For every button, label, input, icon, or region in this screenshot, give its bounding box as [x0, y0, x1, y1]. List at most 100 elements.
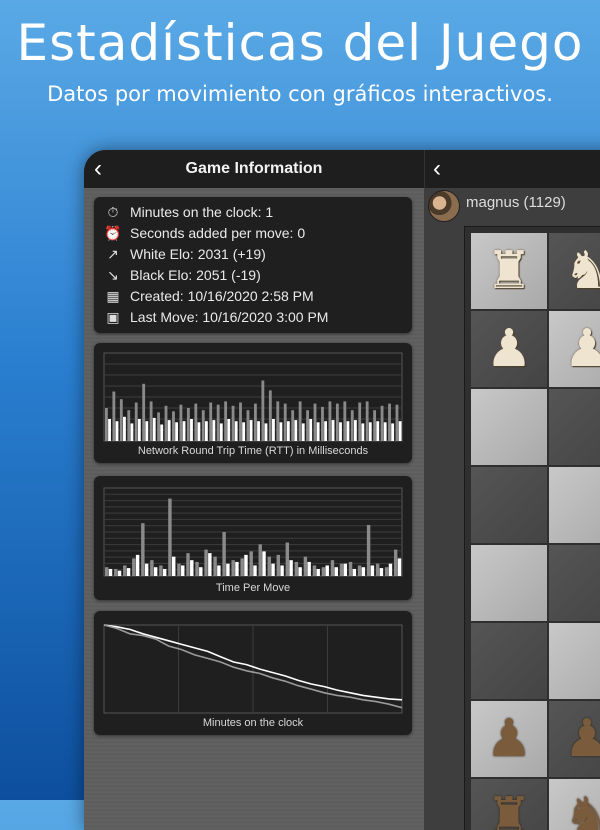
chart-bar-series-2 — [144, 563, 149, 576]
chart-bar-series-2 — [361, 423, 365, 441]
chart-bar-series-2 — [137, 419, 141, 441]
chart-bar-series-2 — [388, 563, 393, 576]
chart-bar-series-1 — [216, 404, 220, 441]
board-square[interactable] — [549, 389, 600, 465]
chart-bar-series-2 — [235, 561, 239, 576]
black-pawn-piece[interactable]: ♟ — [549, 701, 600, 777]
chart-bar-series-1 — [321, 567, 326, 576]
chart-bar-series-1 — [294, 561, 299, 576]
chart-bar-series-2 — [379, 568, 384, 576]
chart-bar-series-1 — [350, 410, 354, 441]
player-row[interactable]: magnus (1129) — [428, 190, 600, 222]
white-pawn-piece[interactable]: ♟ — [471, 311, 547, 387]
avatar[interactable] — [428, 190, 460, 222]
board-square[interactable] — [549, 467, 600, 543]
chart-bar-series-1 — [209, 402, 213, 441]
chart-bar-series-2 — [309, 419, 313, 441]
black-rook-piece[interactable]: ♜ — [471, 779, 547, 830]
chart-bar-series-2 — [242, 422, 246, 441]
board-square[interactable] — [471, 467, 547, 543]
board-square[interactable]: ♟ — [471, 701, 547, 777]
chart-bar-series-2 — [182, 421, 186, 441]
chart-bar-series-2 — [234, 421, 238, 441]
chart-bar-series-1 — [224, 401, 228, 441]
chart-bar-series-1 — [366, 524, 371, 576]
chart-bar-series-1 — [150, 560, 154, 576]
chess-board[interactable]: ♜ ♞ ♟ ♟ ♟ ♟ ♜ ♞ — [464, 226, 600, 830]
calendar-icon: ▦ — [106, 288, 120, 304]
board-square[interactable]: ♟ — [471, 311, 547, 387]
info-row-created: ▦ Created: 10/16/2020 2:58 PM — [104, 286, 313, 306]
board-square[interactable] — [471, 389, 547, 465]
rtt-chart-card[interactable]: Network Round Trip Time (RTT) in Millise… — [94, 343, 412, 463]
chart-bar-series-2 — [316, 568, 320, 576]
black-pawn-piece[interactable]: ♟ — [471, 701, 547, 777]
board-square[interactable] — [549, 623, 600, 699]
chart-bar-series-2 — [199, 567, 203, 576]
white-knight-piece[interactable]: ♞ — [549, 233, 600, 309]
chart-bar-series-1 — [276, 554, 281, 576]
chevron-left-icon[interactable]: ‹ — [433, 156, 441, 182]
info-row-white-elo: ↗ White Elo: 2031 (+19) — [104, 244, 266, 264]
chart-bar-series-1 — [114, 568, 118, 576]
chart-bar-series-2 — [339, 422, 342, 441]
chart-bar-series-1 — [141, 523, 145, 576]
chart-bar-series-1 — [330, 560, 335, 576]
chart-bar-series-1 — [246, 410, 250, 441]
chart-bar-series-2 — [391, 423, 395, 441]
chart-bar-series-2 — [123, 416, 126, 441]
board-square[interactable]: ♟ — [549, 311, 600, 387]
chart-bar-series-2 — [271, 563, 275, 576]
chart-bar-series-1 — [157, 412, 160, 441]
chart-bar-series-2 — [289, 560, 293, 576]
chart-bar-series-1 — [339, 563, 344, 576]
chart-bar-series-1 — [112, 391, 116, 441]
alarm-plus-icon: ⏰ — [104, 225, 122, 241]
info-text: White Elo: 2031 (+19) — [130, 246, 266, 262]
board-square[interactable]: ♞ — [549, 233, 600, 309]
chart-bar-series-1 — [313, 403, 317, 441]
chart-bar-series-1 — [358, 402, 362, 441]
time-per-move-chart-label: Time Per Move — [215, 582, 291, 594]
black-knight-piece[interactable]: ♞ — [549, 779, 600, 830]
chart-bar-series-1 — [105, 408, 108, 441]
time-per-move-chart-card[interactable]: Time Per Move — [94, 476, 412, 600]
chart-bar-series-2 — [115, 421, 119, 441]
chart-bar-series-1 — [201, 410, 205, 441]
chart-bar-series-1 — [249, 551, 253, 576]
board-square[interactable]: ♜ — [471, 233, 547, 309]
board-square[interactable]: ♟ — [549, 701, 600, 777]
chart-bar-series-1 — [328, 401, 332, 441]
board-square[interactable] — [471, 623, 547, 699]
chart-bar-series-2 — [331, 420, 335, 441]
game-board-panel: ‹ magnus (1129) ♜ ♞ ♟ ♟ ♟ ♟ ♜ ♞ — [424, 150, 600, 830]
chart-bar-series-2 — [130, 423, 134, 441]
chart-bar-series-2 — [307, 561, 311, 576]
chart-bar-series-2 — [117, 570, 122, 576]
board-square[interactable]: ♜ — [471, 779, 547, 830]
chart-bar-series-1 — [283, 403, 287, 441]
board-square[interactable] — [471, 545, 547, 621]
game-info-panel: ‹ Game Information ⏱ Minutes on the clock… — [84, 150, 424, 830]
chart-bar-series-2 — [280, 565, 284, 576]
chart-bar-series-2 — [181, 565, 185, 576]
info-text: Last Move: 10/16/2020 3:00 PM — [130, 309, 329, 325]
chart-bar-series-2 — [298, 567, 302, 576]
white-rook-piece[interactable]: ♜ — [471, 233, 547, 309]
chart-bar-series-2 — [361, 567, 366, 576]
white-pawn-piece[interactable]: ♟ — [549, 311, 600, 387]
chart-bar-series-1 — [303, 556, 308, 576]
calendar-user-icon: ▣ — [106, 309, 120, 325]
device-screen: ‹ Game Information ⏱ Minutes on the clock… — [84, 150, 600, 830]
player-name: magnus (1129) — [466, 194, 566, 211]
board-square[interactable]: ♞ — [549, 779, 600, 830]
chart-bar-series-2 — [190, 560, 194, 576]
chart-bar-series-1 — [298, 401, 302, 441]
trend-down-icon: ↘ — [107, 267, 119, 283]
chart-bar-series-2 — [343, 563, 348, 576]
chart-bar-series-1 — [384, 567, 389, 576]
chart-bar-series-1 — [268, 390, 272, 441]
chart-bar-series-2 — [368, 422, 372, 441]
clock-chart-card[interactable]: Minutes on the clock — [94, 611, 412, 735]
board-square[interactable] — [549, 545, 600, 621]
